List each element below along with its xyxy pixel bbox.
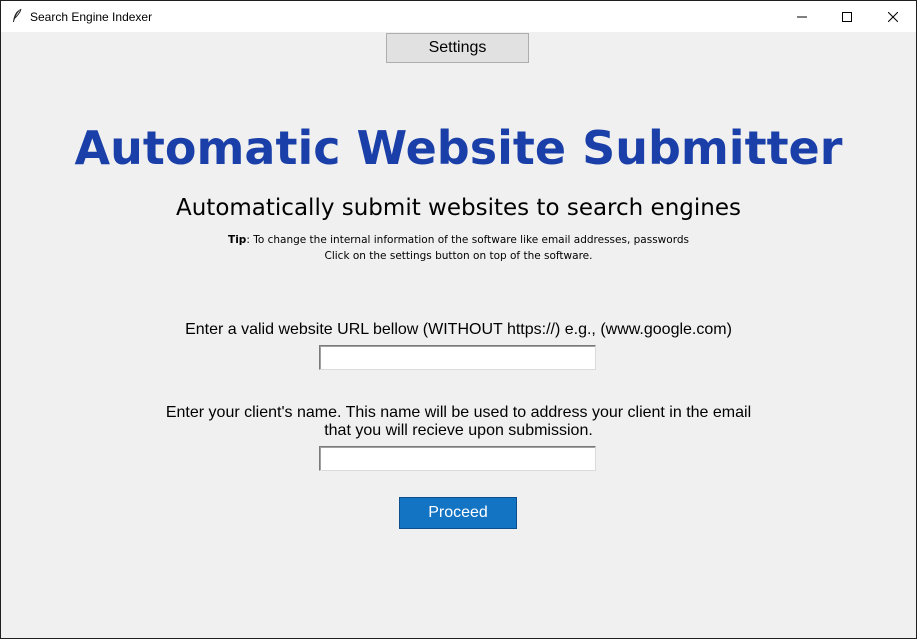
minimize-button[interactable] bbox=[779, 1, 825, 32]
maximize-icon bbox=[842, 11, 852, 22]
maximize-button[interactable] bbox=[824, 1, 870, 32]
window-title: Search Engine Indexer bbox=[30, 10, 153, 24]
tip-line-2: Click on the settings button on top of t… bbox=[324, 250, 593, 262]
app-window: Search Engine Indexer Settings Automatic… bbox=[0, 0, 917, 639]
settings-button[interactable]: Settings bbox=[386, 33, 529, 63]
page-title: Automatic Website Submitter bbox=[74, 121, 843, 175]
feather-icon bbox=[11, 8, 23, 24]
tip-line-1: Tip: To change the internal information … bbox=[1, 232, 916, 248]
tip-line-1-text: : To change the internal information of … bbox=[246, 234, 689, 246]
proceed-button[interactable]: Proceed bbox=[399, 497, 517, 529]
client-name-label: Enter your client's name. This name will… bbox=[1, 404, 916, 440]
minimize-icon bbox=[797, 12, 807, 22]
client-name-label-line-1: Enter your client's name. This name will… bbox=[165, 404, 752, 421]
client-name-input[interactable] bbox=[319, 446, 596, 471]
client-name-label-line-2: that you will recieve upon submission. bbox=[324, 422, 593, 439]
tip-bold-label: Tip bbox=[228, 234, 247, 246]
title-bar[interactable]: Search Engine Indexer bbox=[1, 1, 916, 32]
url-label: Enter a valid website URL bellow (WITHOU… bbox=[185, 321, 732, 338]
close-icon bbox=[888, 11, 898, 22]
tip-text: Tip: To change the internal information … bbox=[1, 232, 916, 264]
close-button[interactable] bbox=[870, 1, 916, 32]
url-input[interactable] bbox=[319, 345, 596, 370]
page-subtitle: Automatically submit websites to search … bbox=[176, 195, 741, 221]
